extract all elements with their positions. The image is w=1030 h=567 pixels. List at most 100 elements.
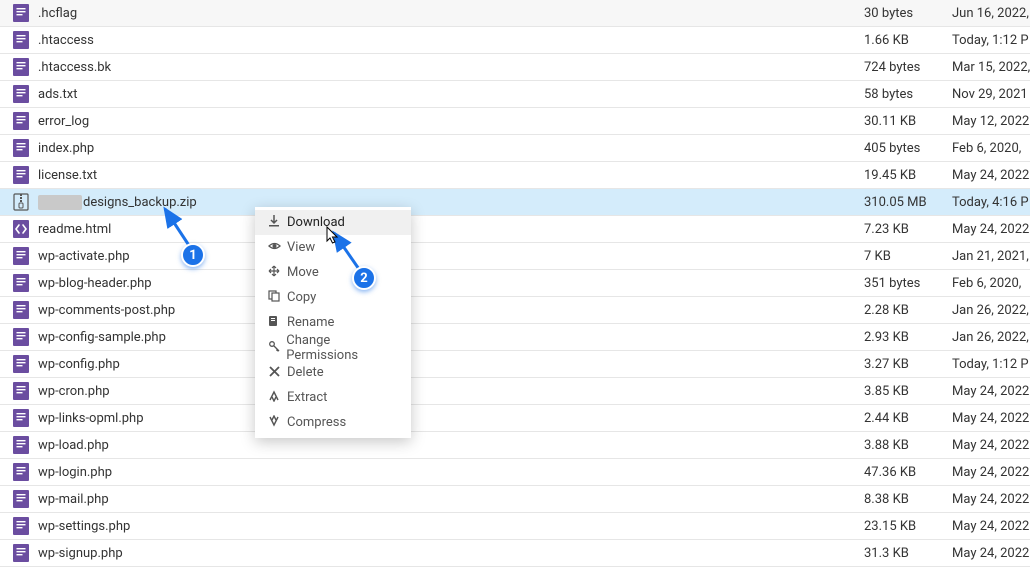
file-size: 351 bytes	[864, 276, 952, 291]
menu-item-change-permissions[interactable]: Change Permissions	[255, 335, 411, 360]
file-modified: Nov 29, 2021	[952, 87, 1030, 102]
file-modified: May 12, 2022	[952, 114, 1030, 129]
file-size: 310.05 MB	[864, 195, 952, 210]
menu-item-label: Move	[287, 265, 319, 280]
file-name[interactable]: wp-mail.php	[34, 492, 864, 507]
compress-icon	[267, 415, 281, 430]
copy-icon	[267, 290, 281, 305]
menu-item-label: Compress	[287, 415, 346, 430]
file-name[interactable]: index.php	[34, 141, 864, 156]
table-row[interactable]: .htaccess.bk724 bytesMar 15, 2022,	[0, 54, 1030, 81]
file-name[interactable]: wp-signup.php	[34, 546, 864, 561]
table-row[interactable]: wp-settings.php23.15 KBMay 24, 2022	[0, 513, 1030, 540]
table-row[interactable]: wp-activate.php7 KBJan 21, 2021,	[0, 243, 1030, 270]
file-name[interactable]: wp-blog-header.php	[34, 276, 864, 291]
file-name[interactable]: error_log	[34, 114, 864, 129]
table-row[interactable]: wp-links-opml.php2.44 KBMay 24, 2022	[0, 405, 1030, 432]
file-size: 1.66 KB	[864, 33, 952, 48]
file-name[interactable]: wp-cron.php	[34, 384, 864, 399]
file-name[interactable]: ads.txt	[34, 87, 864, 102]
file-size: 31.3 KB	[864, 546, 952, 561]
table-row[interactable]: wp-cron.php3.85 KBMay 24, 2022	[0, 378, 1030, 405]
file-name[interactable]: wp-load.php	[34, 438, 864, 453]
extract-icon	[267, 390, 281, 405]
table-row[interactable]: index.php405 bytesFeb 6, 2020,	[0, 135, 1030, 162]
doc-file-icon	[8, 274, 34, 292]
doc-file-icon	[8, 463, 34, 481]
file-size: 3.27 KB	[864, 357, 952, 372]
menu-item-label: Change Permissions	[286, 333, 399, 363]
file-name[interactable]: wp-comments-post.php	[34, 303, 864, 318]
table-row[interactable]: .hcflag30 bytesJun 16, 2022,	[0, 0, 1030, 27]
table-row[interactable]: designs_backup.zip310.05 MBToday, 4:16 P	[0, 189, 1030, 216]
file-modified: May 24, 2022	[952, 168, 1030, 183]
doc-file-icon	[8, 517, 34, 535]
file-name[interactable]: wp-settings.php	[34, 519, 864, 534]
file-list: .hcflag30 bytesJun 16, 2022,.htaccess1.6…	[0, 0, 1030, 567]
file-modified: May 24, 2022	[952, 492, 1030, 507]
html-file-icon	[8, 220, 34, 238]
annotation-marker-1: 1	[181, 243, 205, 267]
table-row[interactable]: error_log30.11 KBMay 12, 2022	[0, 108, 1030, 135]
menu-item-extract[interactable]: Extract	[255, 385, 411, 410]
file-name[interactable]: .hcflag	[34, 6, 864, 21]
file-modified: Today, 1:12 P	[952, 33, 1030, 48]
file-modified: May 24, 2022	[952, 222, 1030, 237]
doc-file-icon	[8, 382, 34, 400]
file-size: 19.45 KB	[864, 168, 952, 183]
table-row[interactable]: wp-blog-header.php351 bytesFeb 6, 2020,	[0, 270, 1030, 297]
doc-file-icon	[8, 58, 34, 76]
zip-file-icon	[8, 193, 34, 211]
table-row[interactable]: wp-signup.php31.3 KBMay 24, 2022	[0, 540, 1030, 567]
table-row[interactable]: wp-login.php47.36 KBMay 24, 2022	[0, 459, 1030, 486]
table-row[interactable]: readme.html7.23 KBMay 24, 2022	[0, 216, 1030, 243]
table-row[interactable]: ads.txt58 bytesNov 29, 2021	[0, 81, 1030, 108]
doc-file-icon	[8, 355, 34, 373]
file-size: 23.15 KB	[864, 519, 952, 534]
file-size: 7.23 KB	[864, 222, 952, 237]
eye-icon	[267, 240, 281, 255]
doc-file-icon	[8, 4, 34, 22]
menu-item-delete[interactable]: Delete	[255, 360, 411, 385]
table-row[interactable]: wp-config-sample.php2.93 KBJan 26, 2022,	[0, 324, 1030, 351]
annotation-marker-2: 2	[352, 266, 376, 290]
file-size: 8.38 KB	[864, 492, 952, 507]
menu-item-compress[interactable]: Compress	[255, 410, 411, 435]
key-icon	[267, 340, 280, 355]
menu-item-rename[interactable]: Rename	[255, 310, 411, 335]
file-size: 724 bytes	[864, 60, 952, 75]
menu-item-copy[interactable]: Copy	[255, 285, 411, 310]
file-modified: Jun 16, 2022,	[952, 6, 1030, 21]
file-name[interactable]: license.txt	[34, 168, 864, 183]
file-size: 30 bytes	[864, 6, 952, 21]
file-modified: Feb 6, 2020,	[952, 141, 1030, 156]
doc-file-icon	[8, 85, 34, 103]
doc-file-icon	[8, 112, 34, 130]
table-row[interactable]: wp-load.php3.88 KBMay 24, 2022	[0, 432, 1030, 459]
file-modified: May 24, 2022	[952, 519, 1030, 534]
table-row[interactable]: .htaccess1.66 KBToday, 1:12 P	[0, 27, 1030, 54]
file-name[interactable]: wp-config.php	[34, 357, 864, 372]
file-name[interactable]: wp-login.php	[34, 465, 864, 480]
file-name[interactable]: wp-config-sample.php	[34, 330, 864, 345]
file-name[interactable]: .htaccess	[34, 33, 864, 48]
menu-item-label: View	[287, 240, 315, 255]
file-size: 405 bytes	[864, 141, 952, 156]
table-row[interactable]: license.txt19.45 KBMay 24, 2022	[0, 162, 1030, 189]
file-name[interactable]: wp-links-opml.php	[34, 411, 864, 426]
doc-file-icon	[8, 436, 34, 454]
doc-file-icon	[8, 166, 34, 184]
table-row[interactable]: wp-mail.php8.38 KBMay 24, 2022	[0, 486, 1030, 513]
file-modified: Feb 6, 2020,	[952, 276, 1030, 291]
file-modified: Mar 15, 2022,	[952, 60, 1030, 75]
file-size: 2.93 KB	[864, 330, 952, 345]
file-modified: Jan 26, 2022,	[952, 330, 1030, 345]
file-modified: Today, 1:12 P	[952, 357, 1030, 372]
table-row[interactable]: wp-comments-post.php2.28 KBJan 26, 2022,	[0, 297, 1030, 324]
file-modified: May 24, 2022	[952, 411, 1030, 426]
file-size: 2.44 KB	[864, 411, 952, 426]
delete-icon	[267, 366, 281, 380]
file-name[interactable]: .htaccess.bk	[34, 60, 864, 75]
table-row[interactable]: wp-config.php3.27 KBToday, 1:12 P	[0, 351, 1030, 378]
file-modified: May 24, 2022	[952, 438, 1030, 453]
